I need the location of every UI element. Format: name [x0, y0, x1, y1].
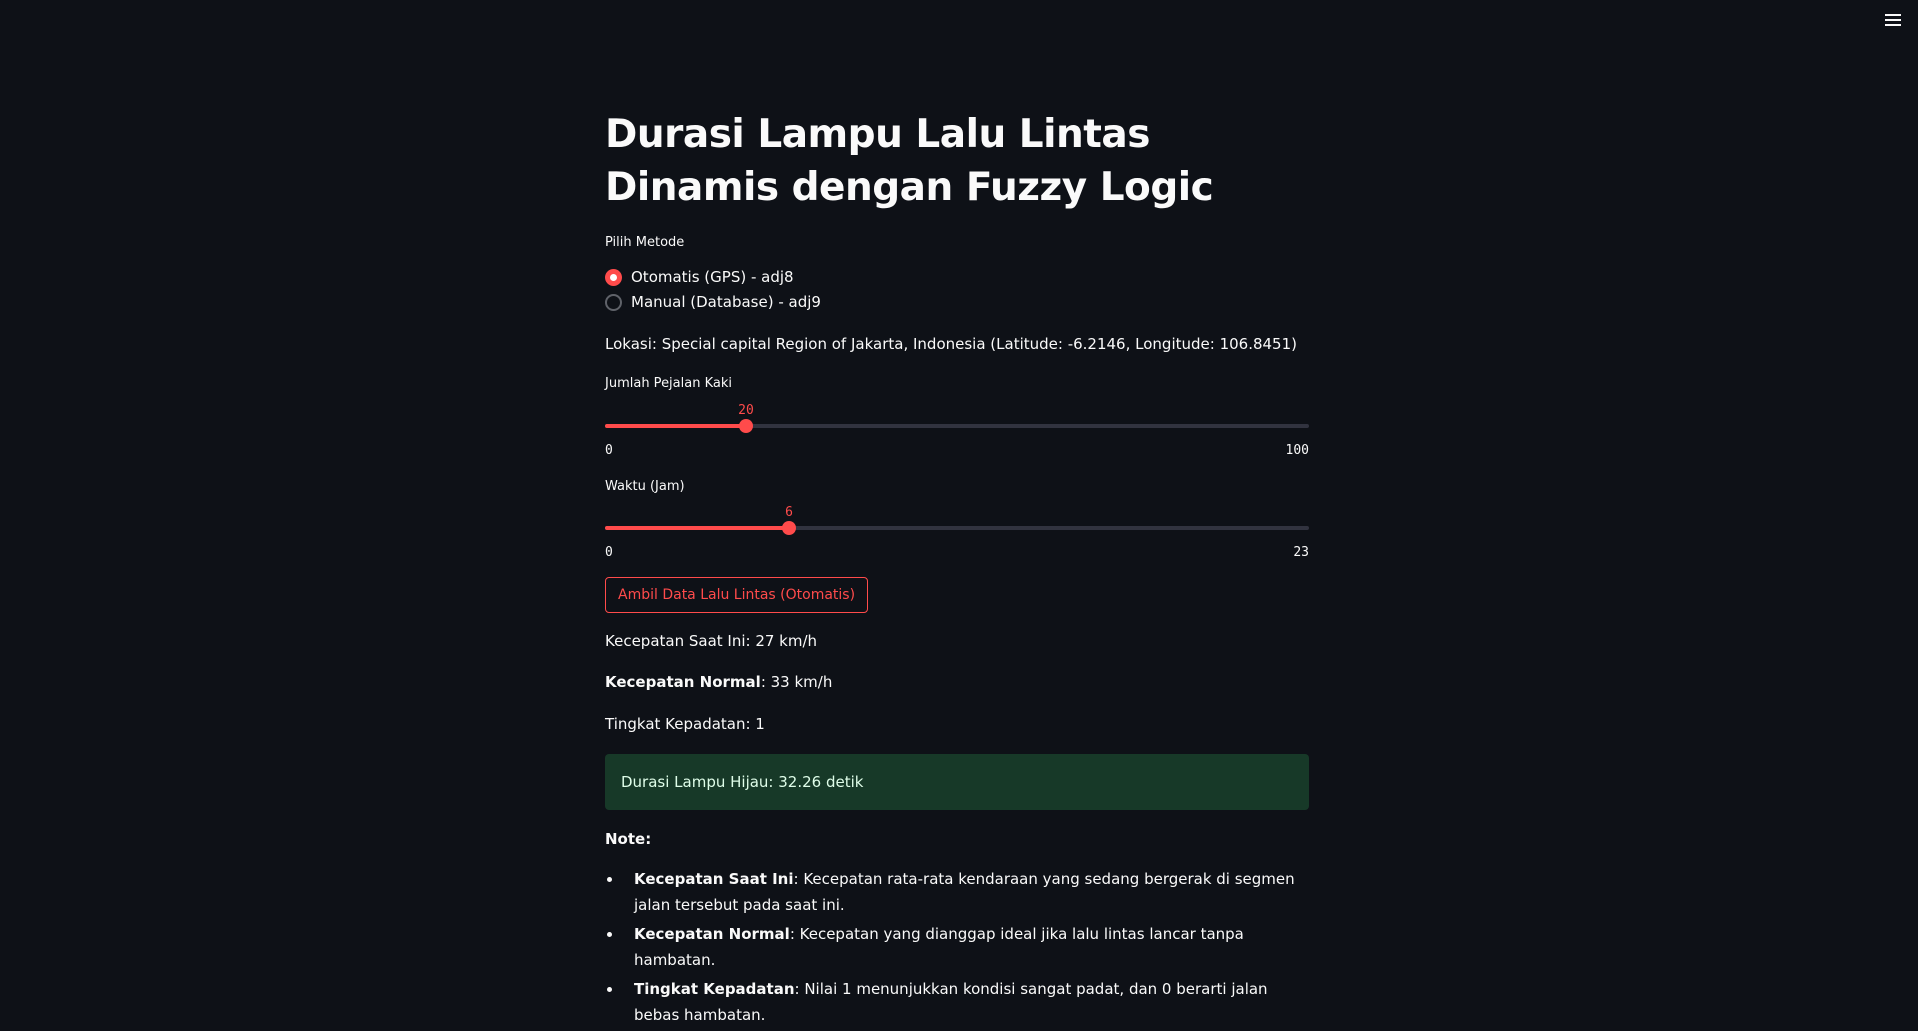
main-menu-button[interactable] — [1878, 8, 1908, 32]
normal-speed-label: Kecepatan Normal — [605, 673, 761, 691]
density-text: Tingkat Kepadatan: 1 — [605, 715, 765, 733]
radio-option-label: Otomatis (GPS) - adj8 — [631, 268, 794, 286]
slider-thumb[interactable] — [782, 521, 796, 535]
pedestrian-slider[interactable]: 20 0 100 — [605, 403, 1309, 463]
green-duration-text: Durasi Lampu Hijau: 32.26 detik — [621, 773, 864, 791]
slider-thumb[interactable] — [739, 419, 753, 433]
slider-min-label: 0 — [605, 443, 613, 458]
slider-fill — [605, 424, 746, 428]
radio-option-gps[interactable]: Otomatis (GPS) - adj8 — [605, 266, 794, 288]
note-item-density: Tingkat Kepadatan: Nilai 1 menunjukkan k… — [607, 976, 1309, 1028]
slider-min-label: 0 — [605, 545, 613, 560]
slider-track[interactable] — [605, 526, 1309, 530]
radio-option-label: Manual (Database) - adj9 — [631, 293, 821, 311]
hamburger-menu-icon — [1885, 14, 1901, 26]
fetch-traffic-data-button[interactable]: Ambil Data Lalu Lintas (Otomatis) — [605, 577, 869, 613]
normal-speed-text: Kecepatan Normal: 33 km/h — [605, 671, 1309, 693]
slider-current-value: 6 — [785, 505, 793, 520]
hour-slider[interactable]: 6 0 23 — [605, 505, 1309, 565]
green-duration-alert: Durasi Lampu Hijau: 32.26 detik — [605, 754, 1309, 810]
note-heading: Note: — [605, 830, 652, 848]
note-item-current-speed: Kecepatan Saat Ini: Kecepatan rata-rata … — [607, 866, 1309, 918]
radio-checked-icon — [605, 268, 622, 286]
radio-option-database[interactable]: Manual (Database) - adj9 — [605, 291, 821, 313]
slider-current-value: 20 — [738, 403, 754, 418]
slider-max-label: 100 — [1285, 443, 1309, 458]
note-item-normal-speed: Kecepatan Normal: Kecepatan yang diangga… — [607, 921, 1309, 973]
note-term: Tingkat Kepadatan — [634, 980, 795, 998]
current-speed-text: Kecepatan Saat Ini: 27 km/h — [605, 632, 818, 650]
slider-fill — [605, 526, 789, 530]
page-title: Durasi Lampu Lalu Lintas Dinamis dengan … — [605, 112, 1214, 210]
pedestrian-slider-label: Jumlah Pejalan Kaki — [605, 376, 732, 391]
normal-speed-value: : 33 km/h — [760, 673, 833, 691]
hour-slider-label: Waktu (Jam) — [605, 479, 685, 494]
location-text: Lokasi: Special capital Region of Jakart… — [605, 335, 1297, 353]
slider-max-label: 23 — [1293, 545, 1309, 560]
radio-unchecked-icon — [605, 293, 622, 311]
slider-track[interactable] — [605, 424, 1309, 428]
note-term: Kecepatan Saat Ini — [634, 870, 794, 888]
method-label: Pilih Metode — [605, 235, 685, 250]
note-list: Kecepatan Saat Ini: Kecepatan rata-rata … — [605, 866, 1309, 1031]
note-term: Kecepatan Normal — [634, 925, 790, 943]
